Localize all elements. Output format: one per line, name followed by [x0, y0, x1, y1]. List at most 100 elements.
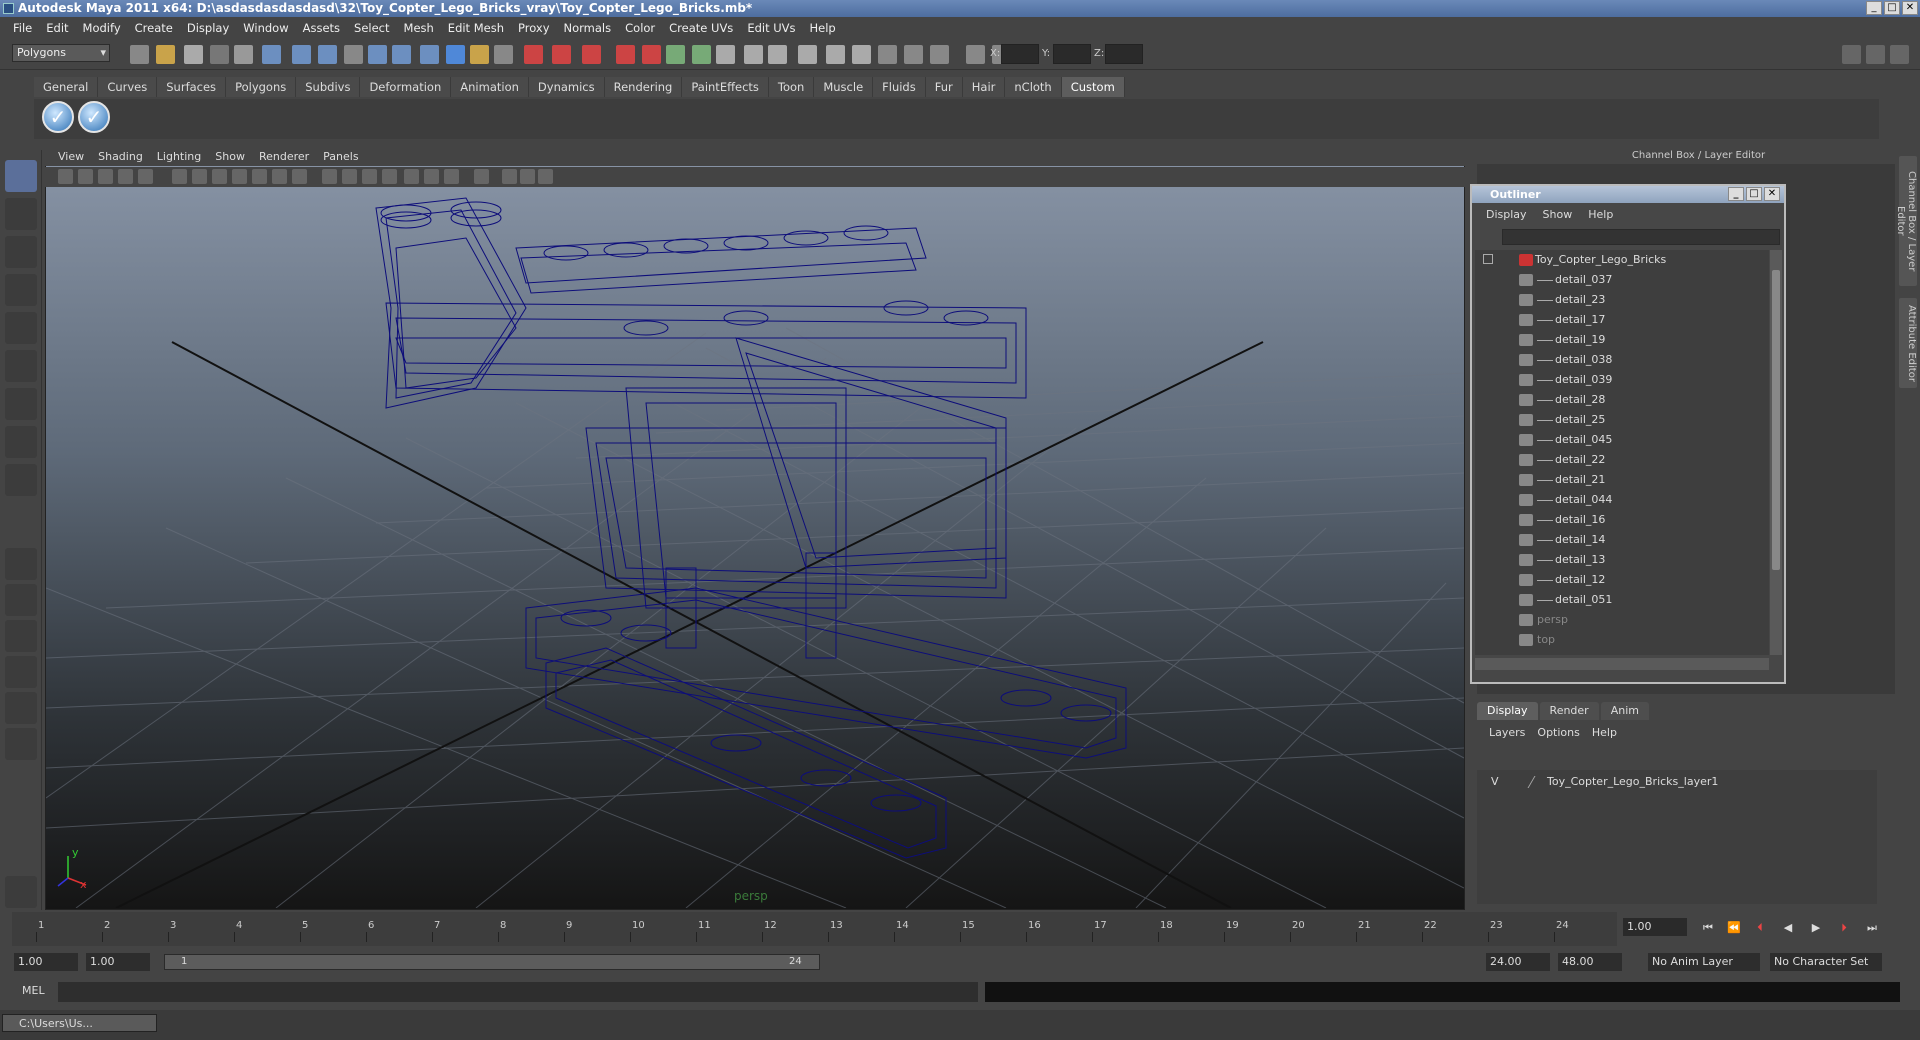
menu-set-select[interactable]: Polygons ▾ — [12, 44, 110, 62]
status-tool-icon-29[interactable] — [878, 45, 897, 64]
viewport-tool-icon-7[interactable] — [192, 169, 207, 184]
viewport-tool-icon-10[interactable] — [252, 169, 267, 184]
playback-end-field[interactable]: 24.00 — [1486, 953, 1550, 971]
shelf-tab-toon[interactable]: Toon — [768, 77, 815, 97]
viewport-tool-icon-6[interactable] — [172, 169, 187, 184]
shelf-tab-subdivs[interactable]: Subdivs — [296, 77, 361, 97]
viewport-tool-icon-3[interactable] — [98, 169, 113, 184]
mel-input[interactable] — [58, 982, 978, 1002]
layer-menu-help[interactable]: Help — [1586, 726, 1623, 739]
shelf-check-icon-1[interactable]: ✓ — [42, 101, 74, 133]
last-tool-icon[interactable] — [5, 426, 37, 458]
status-tool-icon-2[interactable] — [156, 45, 175, 64]
status-tool-icon-5[interactable] — [234, 45, 253, 64]
layout-render-icon[interactable] — [5, 728, 37, 760]
shelf-tab-custom[interactable]: Custom — [1061, 77, 1125, 97]
status-tool-icon-30[interactable] — [904, 45, 923, 64]
status-tool-icon-15[interactable] — [494, 45, 513, 64]
outliner-item[interactable]: detail_19 — [1475, 330, 1765, 350]
current-time-field[interactable]: 1.00 — [1623, 918, 1687, 936]
status-tool-icon-3[interactable] — [184, 45, 203, 64]
viewport-tool-icon-21[interactable] — [502, 169, 517, 184]
viewport-tool-icon-13[interactable] — [322, 169, 337, 184]
outliner-item[interactable]: detail_22 — [1475, 450, 1765, 470]
taskbar-item[interactable]: C:\Users\Us... — [2, 1014, 157, 1032]
layout-outliner-icon[interactable] — [5, 620, 37, 652]
shelf-check-icon-2[interactable]: ✓ — [78, 101, 110, 133]
outliner-item[interactable]: detail_23 — [1475, 290, 1765, 310]
status-tool-icon-20[interactable] — [642, 45, 661, 64]
outliner-item[interactable]: detail_17 — [1475, 310, 1765, 330]
toggle-channel-icon[interactable] — [1890, 45, 1909, 64]
outliner-item[interactable]: detail_21 — [1475, 470, 1765, 490]
maximize-button[interactable]: □ — [1884, 1, 1900, 15]
toggle-panel-icon[interactable] — [1866, 45, 1885, 64]
rotate-tool-icon[interactable] — [5, 312, 37, 344]
outliner-item[interactable]: detail_039 — [1475, 370, 1765, 390]
soft-mod-icon[interactable] — [5, 464, 37, 496]
tab-attribute-editor[interactable]: Attribute Editor — [1899, 298, 1917, 388]
layer-menu-options[interactable]: Options — [1531, 726, 1585, 739]
viewport-menu-lighting[interactable]: Lighting — [150, 150, 208, 163]
outliner-maximize-button[interactable]: □ — [1746, 187, 1762, 201]
outliner-hscrollbar[interactable] — [1475, 658, 1769, 670]
status-tool-icon-16[interactable] — [524, 45, 543, 64]
viewport-tool-icon-19[interactable] — [444, 169, 459, 184]
viewport-tool-icon-11[interactable] — [272, 169, 287, 184]
shelf-tab-polygons[interactable]: Polygons — [226, 77, 297, 97]
status-tool-icon-14[interactable] — [470, 45, 489, 64]
manipulator-icon[interactable] — [5, 388, 37, 420]
outliner-item[interactable]: detail_044 — [1475, 490, 1765, 510]
select-tool-icon[interactable] — [5, 160, 37, 192]
mel-label[interactable]: MEL — [22, 984, 45, 997]
outliner-menu-display[interactable]: Display — [1478, 208, 1535, 221]
viewport-tool-icon-5[interactable] — [138, 169, 153, 184]
step-back-frame-icon[interactable]: ⏴ — [1752, 920, 1768, 936]
play-back-icon[interactable]: ◀ — [1780, 920, 1796, 936]
layout-graph-icon[interactable] — [5, 656, 37, 688]
collapse-icon[interactable] — [1483, 254, 1493, 264]
start-time-field[interactable]: 1.00 — [14, 953, 78, 971]
viewport-menu-shading[interactable]: Shading — [91, 150, 150, 163]
layout-hypershade-icon[interactable] — [5, 692, 37, 724]
outliner-close-button[interactable]: ✕ — [1764, 187, 1780, 201]
tab-channel-box[interactable]: Channel Box / Layer Editor — [1895, 156, 1917, 286]
outliner-search-input[interactable] — [1502, 229, 1780, 245]
minimize-button[interactable]: _ — [1866, 1, 1882, 15]
status-tool-icon-21[interactable] — [666, 45, 685, 64]
outliner-item[interactable]: detail_13 — [1475, 550, 1765, 570]
shelf-tab-animation[interactable]: Animation — [451, 77, 529, 97]
viewport-tool-icon-12[interactable] — [292, 169, 307, 184]
outliner-item[interactable]: detail_12 — [1475, 570, 1765, 590]
shelf-tab-ncloth[interactable]: nCloth — [1005, 77, 1062, 97]
shelf-tab-painteffects[interactable]: PaintEffects — [682, 77, 769, 97]
status-tool-icon-18[interactable] — [582, 45, 601, 64]
status-tool-icon-24[interactable] — [744, 45, 763, 64]
viewport-tool-icon-8[interactable] — [212, 169, 227, 184]
outliner-menu-show[interactable]: Show — [1535, 208, 1581, 221]
character-set-select[interactable]: No Character Set — [1770, 953, 1882, 971]
step-forward-frame-icon[interactable]: ⏵ — [1836, 920, 1852, 936]
status-tool-icon-28[interactable] — [852, 45, 871, 64]
layout-icon[interactable] — [1842, 45, 1861, 64]
y-field[interactable] — [1053, 44, 1091, 64]
outliner-item[interactable]: detail_16 — [1475, 510, 1765, 530]
viewport-tool-icon-22[interactable] — [520, 169, 535, 184]
shelf-tab-muscle[interactable]: Muscle — [814, 77, 874, 97]
layer-tab-display[interactable]: Display — [1477, 702, 1538, 720]
status-tool-icon-12[interactable] — [420, 45, 439, 64]
status-tool-icon-19[interactable] — [616, 45, 635, 64]
shelf-tab-dynamics[interactable]: Dynamics — [528, 77, 605, 97]
status-tool-icon-10[interactable] — [368, 45, 387, 64]
outliner-item[interactable]: detail_037 — [1475, 270, 1765, 290]
range-slider[interactable]: 1 24 — [164, 954, 820, 970]
outliner-item[interactable]: detail_038 — [1475, 350, 1765, 370]
menu-edit-mesh[interactable]: Edit Mesh — [441, 21, 511, 35]
outliner-item[interactable]: detail_28 — [1475, 390, 1765, 410]
viewport-menu-show[interactable]: Show — [208, 150, 252, 163]
menu-file[interactable]: File — [6, 21, 39, 35]
status-tool-icon-25[interactable] — [768, 45, 787, 64]
time-slider[interactable] — [12, 912, 1617, 946]
status-tool-icon-8[interactable] — [318, 45, 337, 64]
viewport-tool-icon-16[interactable] — [382, 169, 397, 184]
